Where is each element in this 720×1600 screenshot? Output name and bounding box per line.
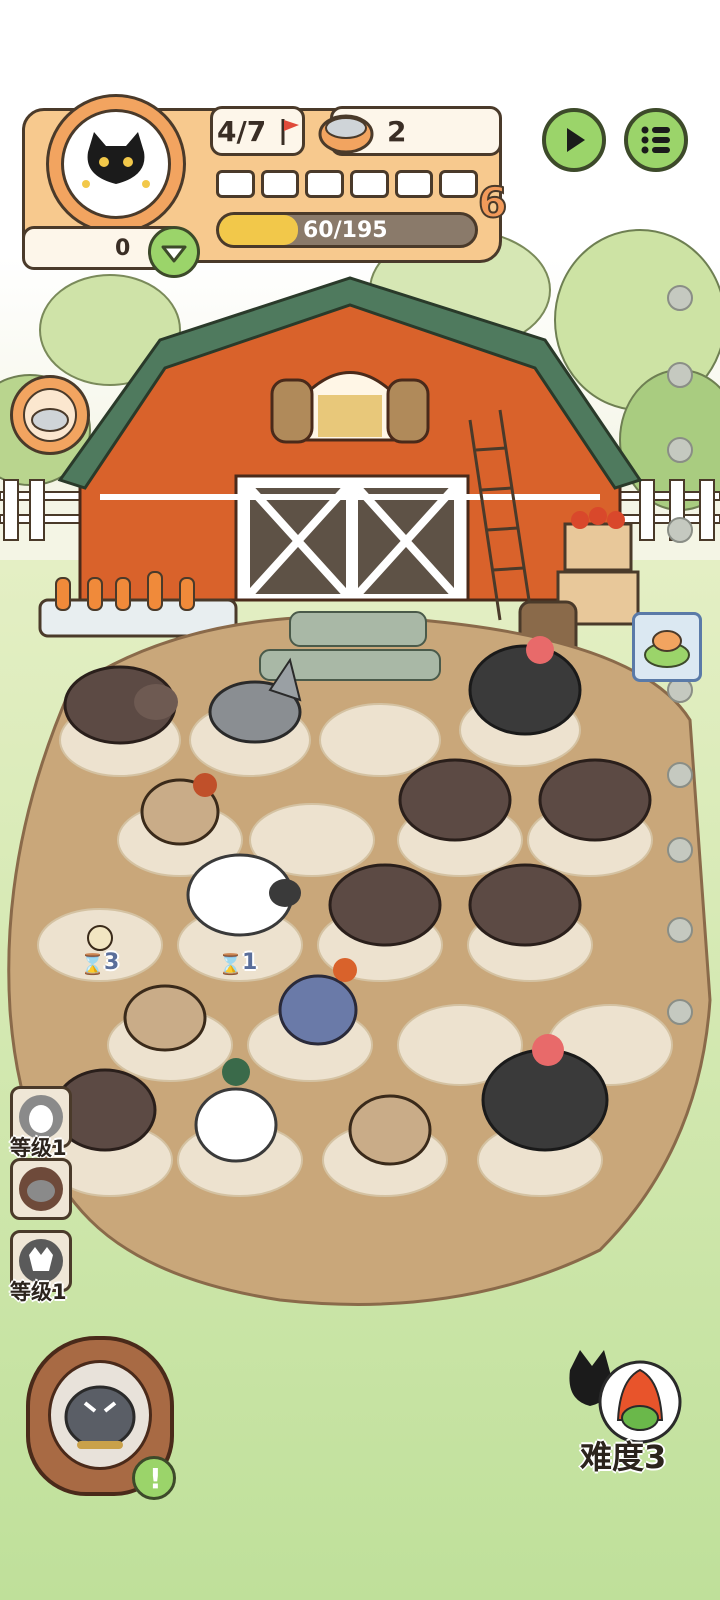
level-number: 6 — [477, 177, 508, 228]
menu-button[interactable] — [624, 108, 688, 172]
exclamation-icon: ! — [149, 1462, 162, 1495]
segment-cell — [350, 170, 389, 198]
score-down-button[interactable] — [148, 226, 200, 278]
hero-portrait-inner — [48, 1360, 152, 1470]
wave-counter: 4/7 — [210, 106, 305, 156]
black-cat-avatar-icon — [82, 132, 150, 188]
hero-alert-badge[interactable]: ! — [132, 1456, 176, 1500]
food-bowl-icon — [318, 114, 374, 154]
wolf-hero-icon — [64, 1385, 136, 1449]
flag-icon — [281, 119, 299, 145]
play-button[interactable] — [542, 108, 606, 172]
chick-unit — [87, 925, 113, 951]
xp-text: 60/195 — [303, 218, 388, 243]
avatar-inner — [61, 109, 171, 219]
segment-bar — [216, 170, 478, 204]
segment-cell — [305, 170, 344, 198]
timer-value: 3 — [104, 950, 120, 975]
menu-list-icon — [641, 126, 670, 154]
difficulty-label: 难度3 — [580, 1438, 667, 1476]
game-scene: 0 4/7 2 6 60/195 ⌛ 3 ⌛ 1 等级1 等级1 ! 难度3 — [0, 0, 720, 1600]
score-value: 0 — [115, 236, 131, 261]
boar-unit — [63, 665, 178, 745]
avatar-frame[interactable] — [46, 94, 186, 234]
chevron-down-icon — [161, 245, 187, 263]
food-bowl-icon — [23, 388, 77, 442]
xp-bar: 60/195 — [216, 212, 478, 248]
wave-counter-text: 4/7 — [217, 115, 267, 148]
segment-cell — [260, 170, 300, 198]
xp-bar-fill — [219, 215, 298, 245]
food-bowl-skill-button[interactable] — [10, 375, 90, 455]
skill-level-label: 等级1 — [10, 1280, 67, 1304]
food-trough-icon — [644, 630, 690, 668]
timer-value: 1 — [242, 950, 258, 975]
hourglass-icon: ⌛ — [218, 952, 243, 976]
segment-cell — [216, 170, 255, 198]
level-badge: 6 — [472, 177, 522, 234]
trough-item-button[interactable] — [632, 612, 702, 682]
skill-slot-2[interactable] — [10, 1158, 72, 1220]
difficulty-badge[interactable]: 难度3 — [560, 1340, 690, 1476]
food-count-value: 2 — [387, 115, 407, 148]
play-icon — [567, 128, 585, 152]
hourglass-icon: ⌛ — [80, 952, 105, 976]
boar-silhouette-icon — [19, 1167, 63, 1211]
segment-cell — [394, 170, 434, 198]
